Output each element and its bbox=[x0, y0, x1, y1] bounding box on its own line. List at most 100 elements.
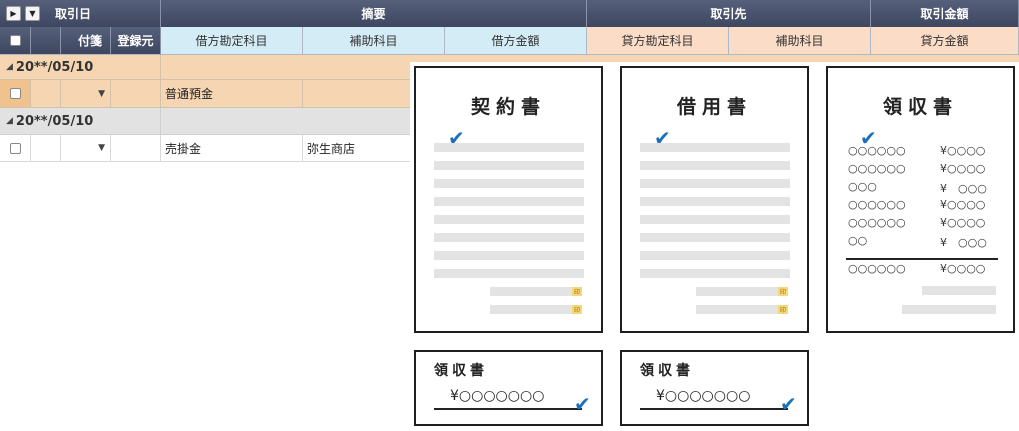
checkmark-icon: ✔ bbox=[780, 392, 797, 416]
chevron-down-icon: ▼ bbox=[29, 9, 36, 18]
header-credit-account[interactable]: 貸方勘定科目 bbox=[587, 27, 729, 55]
seal-stamp: 印 bbox=[572, 305, 582, 314]
text-line bbox=[696, 287, 780, 296]
header-date-group[interactable]: ▶ ▼ 取引日 bbox=[0, 0, 161, 27]
row-source-cell bbox=[111, 135, 161, 162]
item-price: ¥ ○○○ bbox=[940, 236, 987, 249]
item-price: ¥○○○○ bbox=[940, 162, 986, 175]
text-line bbox=[640, 161, 790, 170]
header-date: 取引日 bbox=[55, 7, 92, 21]
text-line bbox=[434, 233, 584, 242]
item-name: ○○○○○○ bbox=[848, 198, 906, 211]
seal-stamp: 印 bbox=[778, 305, 788, 314]
item-name: ○○○○○○ bbox=[848, 162, 906, 175]
checkmark-icon: ✔ bbox=[574, 392, 591, 416]
chevron-down-icon[interactable]: ▼ bbox=[98, 89, 105, 99]
item-price: ¥○○○○ bbox=[940, 144, 986, 157]
chevron-down-icon[interactable]: ▼ bbox=[98, 143, 105, 153]
doc-title: 借用書 bbox=[676, 96, 752, 118]
row-debit-sub[interactable]: 弥生商店 bbox=[303, 135, 413, 162]
text-line bbox=[490, 287, 574, 296]
row-tag-cell[interactable]: ▼ bbox=[61, 80, 111, 108]
row-checkbox-cell[interactable] bbox=[0, 135, 31, 162]
item-price: ¥ ○○○ bbox=[940, 182, 987, 195]
receipt-title: 領収書 bbox=[640, 363, 694, 379]
text-line bbox=[434, 179, 584, 188]
text-line bbox=[434, 251, 584, 260]
row-blank-cell bbox=[31, 80, 61, 108]
header-select-all[interactable] bbox=[0, 27, 31, 55]
text-line bbox=[434, 269, 584, 278]
text-line bbox=[922, 286, 996, 295]
text-line bbox=[640, 233, 790, 242]
total-divider bbox=[846, 258, 998, 260]
receipt-amount: ¥○○○○○○○ bbox=[656, 388, 751, 404]
total-name: ○○○○○○ bbox=[848, 262, 906, 275]
doc-title: 契約書 bbox=[470, 96, 546, 118]
group-date: 20**/05/10 bbox=[15, 59, 94, 75]
text-line bbox=[640, 143, 790, 152]
receipt-title: 領収書 bbox=[434, 363, 488, 379]
item-name: ○○ bbox=[848, 234, 868, 247]
text-line bbox=[490, 305, 574, 314]
text-line bbox=[640, 215, 790, 224]
header-debit-amount[interactable]: 借方金額 bbox=[445, 27, 587, 55]
header-debit-sub[interactable]: 補助科目 bbox=[303, 27, 445, 55]
header-summary[interactable]: 摘要 bbox=[161, 0, 587, 27]
play-triangle-icon: ▶ bbox=[10, 9, 17, 18]
dropdown-button[interactable]: ▼ bbox=[25, 6, 40, 21]
collapse-triangle-icon: ◢ bbox=[6, 62, 13, 72]
row-group-fill bbox=[161, 108, 413, 135]
small-receipt: 領収書 ¥○○○○○○○ ✔ bbox=[620, 350, 809, 426]
text-line bbox=[434, 143, 584, 152]
row-group-header[interactable]: ◢ 20**/05/10 bbox=[0, 55, 161, 80]
item-name: ○○○ bbox=[848, 180, 877, 193]
text-line bbox=[640, 197, 790, 206]
text-line bbox=[902, 305, 996, 314]
amount-underline bbox=[434, 408, 582, 410]
seal-stamp: 印 bbox=[572, 287, 582, 296]
receipt-amount: ¥○○○○○○○ bbox=[450, 388, 545, 404]
header-partner[interactable]: 取引先 bbox=[587, 0, 871, 27]
item-name: ○○○○○○ bbox=[848, 144, 906, 157]
text-line bbox=[640, 269, 790, 278]
text-line bbox=[640, 179, 790, 188]
group-date: 20**/05/10 bbox=[15, 113, 94, 129]
row-debit-account[interactable]: 普通預金 bbox=[161, 80, 303, 108]
row-blank-cell bbox=[31, 135, 61, 162]
item-price: ¥○○○○ bbox=[940, 198, 986, 211]
receipt-document: 領収書 ✔ ○○○○○○ ¥○○○○ ○○○○○○ ¥○○○○ ○○○ ¥ ○○… bbox=[826, 66, 1015, 333]
expand-button[interactable]: ▶ bbox=[6, 6, 21, 21]
text-line bbox=[434, 215, 584, 224]
header-blank bbox=[31, 27, 61, 55]
row-debit-account[interactable]: 売掛金 bbox=[161, 135, 303, 162]
row-debit-sub[interactable] bbox=[303, 80, 413, 108]
collapse-triangle-icon: ◢ bbox=[6, 116, 13, 126]
row-tag-cell[interactable]: ▼ bbox=[61, 135, 111, 162]
total-price: ¥○○○○ bbox=[940, 262, 986, 275]
item-price: ¥○○○○ bbox=[940, 216, 986, 229]
doc-title: 領収書 bbox=[882, 96, 958, 118]
loan-document: 借用書 ✔ 印 印 bbox=[620, 66, 809, 333]
header-credit-sub[interactable]: 補助科目 bbox=[729, 27, 871, 55]
text-line bbox=[696, 305, 780, 314]
text-line bbox=[640, 251, 790, 260]
amount-underline bbox=[640, 408, 788, 410]
header-tag[interactable]: 付箋 bbox=[61, 27, 111, 55]
header-debit-account[interactable]: 借方勘定科目 bbox=[161, 27, 303, 55]
row-checkbox[interactable] bbox=[9, 142, 21, 154]
header-source[interactable]: 登録元 bbox=[111, 27, 161, 55]
contract-document: 契約書 ✔ 印 印 bbox=[414, 66, 603, 333]
row-source-cell bbox=[111, 80, 161, 108]
select-all-checkbox[interactable] bbox=[9, 35, 21, 46]
row-checkbox[interactable] bbox=[9, 88, 21, 99]
row-checkbox-cell[interactable] bbox=[0, 80, 31, 108]
small-receipt: 領収書 ¥○○○○○○○ ✔ bbox=[414, 350, 603, 426]
item-name: ○○○○○○ bbox=[848, 216, 906, 229]
text-line bbox=[434, 161, 584, 170]
row-group-header[interactable]: ◢ 20**/05/10 bbox=[0, 108, 161, 135]
text-line bbox=[434, 197, 584, 206]
seal-stamp: 印 bbox=[778, 287, 788, 296]
header-credit-amount[interactable]: 貸方金額 bbox=[871, 27, 1019, 55]
header-amount[interactable]: 取引金額 bbox=[871, 0, 1019, 27]
